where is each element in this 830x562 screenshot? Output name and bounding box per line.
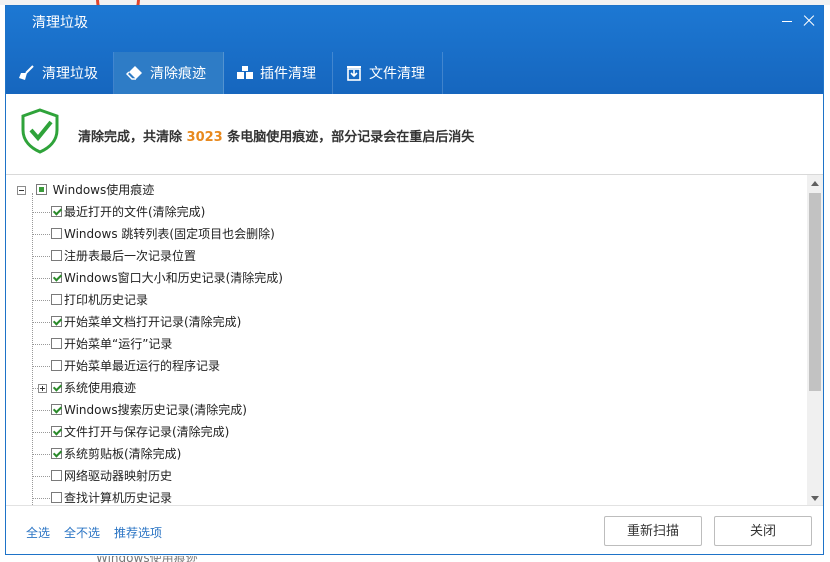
tree-item[interactable]: 查找计算机历史记录 — [51, 487, 172, 506]
tab-label: 插件清理 — [260, 66, 316, 82]
tree-connector — [33, 366, 50, 367]
tree-item[interactable]: Windows 跳转列表(固定项目也会删除) — [51, 223, 275, 245]
tree-item[interactable]: 系统使用痕迹 — [38, 377, 136, 399]
item-checkbox[interactable] — [51, 492, 62, 503]
tree-item-label: 查找计算机历史记录 — [64, 491, 173, 505]
tree-connector — [33, 454, 50, 455]
tab-plugin-cleanup[interactable]: 插件清理 — [224, 52, 333, 94]
rescan-button[interactable]: 重新扫描 — [604, 516, 702, 546]
item-checkbox[interactable] — [51, 206, 62, 217]
window-title: 清理垃圾 — [32, 15, 88, 31]
tree-item-label: 文件打开与保存记录(清除完成) — [64, 425, 230, 439]
tree-item-label: 网络驱动器映射历史 — [64, 469, 173, 483]
background-ghost-text: Windows使用痕迹 — [96, 556, 198, 562]
tree-item-label: 打印机历史记录 — [64, 293, 149, 307]
tree-item-label: 系统使用痕迹 — [64, 381, 137, 395]
item-checkbox[interactable] — [51, 316, 62, 327]
scroll-down-arrow-icon[interactable] — [807, 490, 823, 506]
item-checkbox[interactable] — [51, 426, 62, 437]
tree-item[interactable]: 最近打开的文件(清除完成) — [51, 201, 205, 223]
status-prefix: 清除完成，共清除 — [78, 130, 183, 145]
tree-connector — [33, 300, 50, 301]
tree-connector — [33, 234, 50, 235]
select-all-link[interactable]: 全选 — [26, 524, 50, 541]
collapse-toggle[interactable] — [17, 186, 26, 195]
status-suffix: 条电脑使用痕迹，部分记录会在重启后消失 — [227, 130, 475, 145]
tree-item-label: 注册表最后一次记录位置 — [64, 249, 197, 263]
cleanup-window: 清理垃圾 清理垃圾 清除痕迹 插件清理 文件清理 清除完成，共清除 3023 条… — [5, 5, 824, 555]
tree-item-label: Windows搜索历史记录(清除完成) — [64, 403, 247, 417]
tree-connector — [33, 212, 50, 213]
minimize-button[interactable] — [776, 10, 798, 32]
tree-item[interactable]: 开始菜单“运行”记录 — [51, 333, 172, 355]
recommended-options-link[interactable]: 推荐选项 — [114, 524, 162, 541]
tree-item[interactable]: 注册表最后一次记录位置 — [51, 245, 196, 267]
file-cleanup-icon — [347, 66, 361, 81]
vertical-scrollbar[interactable] — [807, 175, 823, 506]
item-checkbox[interactable] — [51, 404, 62, 415]
plugin-icon — [237, 66, 253, 79]
tab-clean-junk[interactable]: 清理垃圾 — [6, 52, 114, 94]
tree-connector — [33, 498, 50, 499]
tree-item[interactable]: 网络驱动器映射历史 — [51, 465, 172, 487]
tree-item[interactable]: Windows窗口大小和历史记录(清除完成) — [51, 267, 283, 289]
tree-item[interactable]: 开始菜单文档打开记录(清除完成) — [51, 311, 241, 333]
tab-bar: 清理垃圾 清除痕迹 插件清理 文件清理 — [6, 52, 443, 94]
tree-connector — [33, 322, 50, 323]
item-checkbox[interactable] — [51, 228, 62, 239]
item-checkbox[interactable] — [51, 272, 62, 283]
status-panel: 清除完成，共清除 3023 条电脑使用痕迹，部分记录会在重启后消失 — [6, 94, 823, 174]
tab-label: 清除痕迹 — [150, 66, 206, 82]
item-checkbox[interactable] — [51, 294, 62, 305]
item-checkbox[interactable] — [51, 470, 62, 481]
tab-label: 清理垃圾 — [42, 66, 98, 82]
item-checkbox[interactable] — [51, 360, 62, 371]
close-button[interactable]: 关闭 — [714, 516, 812, 546]
scroll-up-arrow-icon[interactable] — [807, 175, 823, 191]
tree-item-label: 最近打开的文件(清除完成) — [64, 205, 206, 219]
tree-item-label: 开始菜单“运行”记录 — [64, 337, 173, 351]
tree-connector — [33, 410, 50, 411]
tab-file-cleanup[interactable]: 文件清理 — [333, 52, 443, 94]
tree-item-label: 开始菜单最近运行的程序记录 — [64, 359, 221, 373]
traces-count: 3023 — [186, 130, 223, 145]
tree-item-label: Windows 跳转列表(固定项目也会删除) — [64, 227, 275, 241]
tree-connector — [33, 278, 50, 279]
tab-clear-traces[interactable]: 清除痕迹 — [114, 52, 224, 94]
tree-item-label: 开始菜单文档打开记录(清除完成) — [64, 315, 242, 329]
tree-item-label: Windows窗口大小和历史记录(清除完成) — [64, 271, 283, 285]
tree-item[interactable]: 文件打开与保存记录(清除完成) — [51, 421, 229, 443]
footer-bar: 全选 全不选 推荐选项 重新扫描 关闭 — [6, 505, 823, 554]
tree-connector — [33, 432, 50, 433]
window-close-button[interactable] — [798, 10, 820, 32]
shield-check-icon — [21, 108, 59, 154]
item-checkbox[interactable] — [51, 382, 62, 393]
item-checkbox[interactable] — [51, 448, 62, 459]
background-window-strip-bottom: Windows使用痕迹 — [0, 556, 830, 562]
tree-connector — [33, 344, 50, 345]
expand-toggle[interactable] — [38, 384, 47, 393]
window-header: 清理垃圾 清理垃圾 清除痕迹 插件清理 文件清理 — [6, 6, 823, 94]
root-checkbox[interactable] — [35, 184, 47, 195]
tab-label: 文件清理 — [369, 66, 425, 82]
scroll-thumb[interactable] — [809, 193, 821, 391]
tree-item[interactable]: Windows搜索历史记录(清除完成) — [51, 399, 247, 421]
status-message: 清除完成，共清除 3023 条电脑使用痕迹，部分记录会在重启后消失 — [78, 126, 474, 145]
item-checkbox[interactable] — [51, 250, 62, 261]
traces-tree: Windows使用痕迹 最近打开的文件(清除完成) Windows 跳转列表(固… — [6, 174, 823, 506]
eraser-icon — [126, 66, 142, 80]
tree-connector — [33, 476, 50, 477]
broom-icon — [19, 65, 34, 80]
select-none-link[interactable]: 全不选 — [64, 524, 100, 541]
tree-guide-line — [32, 193, 33, 506]
tree-item-label: 系统剪贴板(清除完成) — [64, 447, 182, 461]
item-checkbox[interactable] — [51, 338, 62, 349]
tree-root-label: Windows使用痕迹 — [52, 183, 155, 197]
tree-item[interactable]: 系统剪贴板(清除完成) — [51, 443, 181, 465]
tree-item[interactable]: 打印机历史记录 — [51, 289, 148, 311]
tree-connector — [33, 256, 50, 257]
tree-item[interactable]: 开始菜单最近运行的程序记录 — [51, 355, 220, 377]
tree-root[interactable]: Windows使用痕迹 — [16, 179, 154, 201]
